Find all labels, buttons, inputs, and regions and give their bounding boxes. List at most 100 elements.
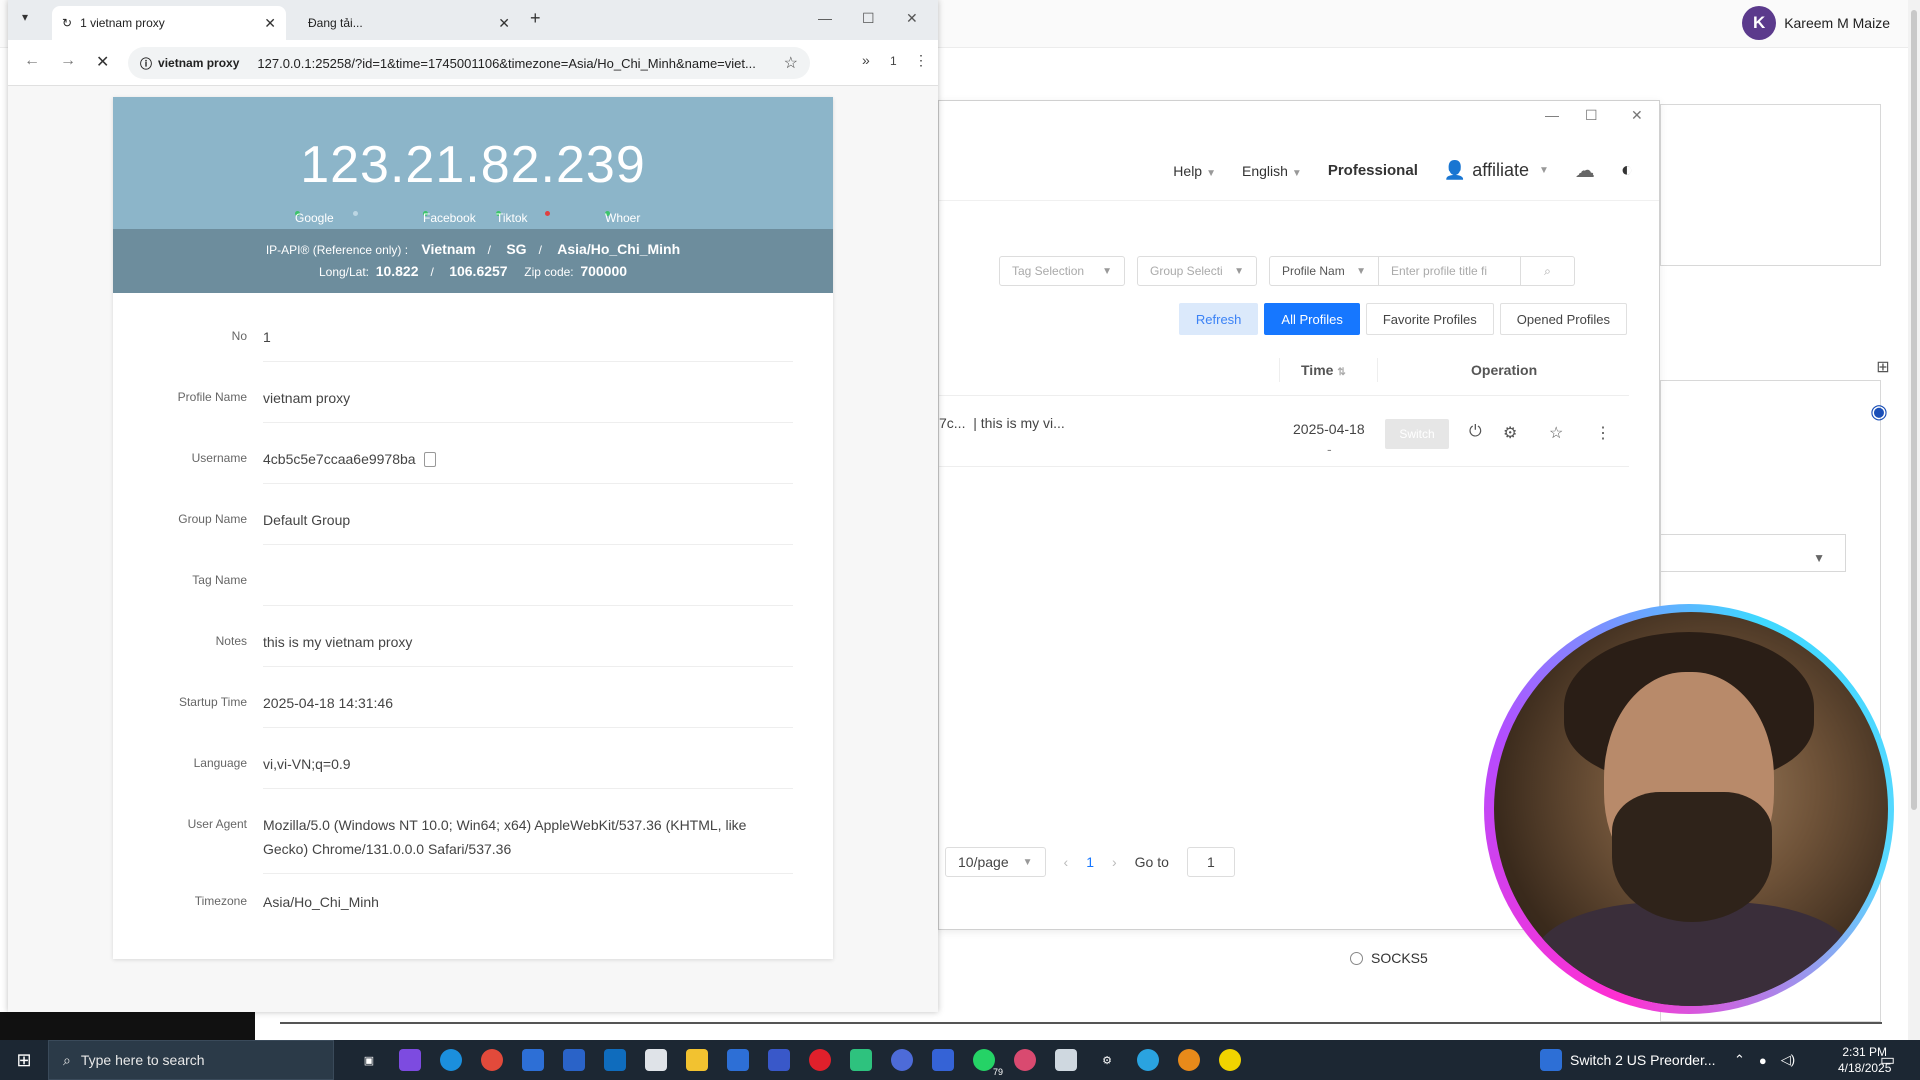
store-icon[interactable] (522, 1049, 544, 1071)
search-input[interactable]: Enter profile title fi (1379, 256, 1521, 286)
new-tab-icon[interactable]: + (530, 8, 541, 29)
whatsapp-icon[interactable]: 79 (973, 1049, 1003, 1077)
page-number[interactable]: 1 (1086, 854, 1094, 870)
check-whoer: Whoer (605, 211, 640, 225)
goto-input[interactable]: 1 (1186, 847, 1235, 877)
windows-start-icon[interactable]: ⊞ (0, 1040, 48, 1080)
minimize-icon[interactable]: — (1545, 107, 1559, 123)
theme-toggle-icon[interactable]: ◐ (1621, 159, 1633, 182)
power-icon[interactable]: ⏻ (1469, 423, 1482, 441)
close-tab-icon[interactable]: ✕ (264, 15, 276, 32)
refresh-button[interactable]: Refresh (1178, 303, 1259, 335)
user-menu[interactable]: K Kareem M Maize (1742, 6, 1890, 40)
notepad-icon[interactable] (645, 1049, 667, 1071)
task-view-icon[interactable]: ▣ (358, 1049, 380, 1071)
account-menu[interactable]: 👤 affiliate ▼ (1444, 160, 1549, 181)
omnibox[interactable]: ⓘ vietnam proxy 127.0.0.1:25258/?id=1&tim… (128, 47, 810, 79)
gear-icon[interactable]: ⚙ (1503, 423, 1517, 443)
docs-icon[interactable] (563, 1049, 585, 1071)
page-size-select[interactable]: 10/page ▼ (945, 847, 1046, 877)
news-widget[interactable]: Switch 2 US Preorder... (1540, 1040, 1716, 1080)
background-scrollbar[interactable] (1908, 0, 1920, 1040)
notification-icon[interactable]: ▭ (1880, 1050, 1895, 1070)
language-menu[interactable]: English ▼ (1242, 163, 1302, 179)
stop-loading-icon[interactable]: ✕ (96, 52, 109, 72)
more-vertical-icon[interactable]: ⋮ (1595, 423, 1611, 443)
copilot-icon[interactable] (399, 1049, 421, 1071)
cloud-upload-icon[interactable]: ☁ (1575, 158, 1595, 183)
socks5-option[interactable]: SOCKS5 (1350, 950, 1428, 966)
close-icon[interactable]: ✕ (906, 10, 918, 27)
background-select[interactable]: ▼ (1660, 534, 1846, 572)
power-automate-icon[interactable] (932, 1049, 954, 1071)
close-icon[interactable]: ✕ (1631, 107, 1643, 124)
maximize-icon[interactable]: ☐ (1585, 107, 1598, 124)
group-selection[interactable]: Group Selecti ▼ (1137, 256, 1257, 286)
ip-address: 123.21.82.239 (300, 136, 646, 194)
prev-page-icon[interactable]: ‹ (1064, 854, 1069, 870)
next-page-icon[interactable]: › (1112, 854, 1117, 870)
settings-app-icon[interactable] (891, 1049, 913, 1071)
taskbar-search[interactable]: ⌕ Type here to search (48, 1040, 334, 1080)
minimize-icon[interactable]: — (818, 10, 832, 26)
telegram-icon[interactable] (1137, 1049, 1159, 1071)
copy-icon[interactable] (423, 452, 436, 467)
close-tab-icon[interactable]: ✕ (498, 15, 510, 32)
radio-socks5[interactable] (1350, 951, 1363, 965)
xbox-icon[interactable] (1178, 1049, 1200, 1071)
maximize-icon[interactable]: ☐ (862, 10, 875, 27)
chrome-icon[interactable] (481, 1049, 503, 1071)
grid-apps-icon[interactable]: ⊞ (1870, 354, 1896, 380)
search-button[interactable]: ⌕ (1521, 256, 1575, 286)
outlook-icon[interactable] (604, 1049, 626, 1071)
back-icon[interactable]: ← (24, 52, 40, 70)
star-icon[interactable]: ☆ (1549, 423, 1563, 443)
column-time[interactable]: Time ⇅ (1301, 362, 1346, 378)
pen-tool-icon[interactable] (1055, 1049, 1077, 1071)
ip-check-card: 123.21.82.239 Google Facebook Tiktok Who… (113, 97, 833, 959)
forward-icon[interactable]: → (60, 52, 76, 70)
bookmark-star-icon[interactable]: ☆ (784, 53, 798, 73)
chevron-up-icon[interactable]: ⌃ (1734, 1052, 1745, 1068)
tab-loading[interactable]: Đang tải... ✕ (298, 6, 520, 40)
opera-icon[interactable] (809, 1049, 831, 1071)
more-vertical-icon[interactable]: ⋮ (914, 52, 928, 69)
extension-count[interactable]: 1 (890, 54, 897, 68)
tab-all-profiles[interactable]: All Profiles (1264, 303, 1360, 335)
edge-icon[interactable] (440, 1049, 462, 1071)
chat-support-icon[interactable]: ◉ (1866, 398, 1892, 424)
url-text[interactable]: 127.0.0.1:25258/?id=1&time=1745001106&ti… (257, 56, 755, 71)
volume-icon[interactable]: ◁) (1781, 1052, 1795, 1068)
webcam-overlay (1494, 612, 1888, 1006)
chevron-down-icon: ▼ (1022, 856, 1033, 868)
security-shield-icon[interactable] (727, 1049, 749, 1071)
tab-vietnam-proxy[interactable]: ↻ 1 vietnam proxy ✕ (52, 6, 286, 40)
sort-icon[interactable]: ⇅ (1337, 367, 1345, 378)
switch-button[interactable]: Switch (1385, 419, 1449, 449)
search-field-select[interactable]: Profile Nam ▼ (1269, 256, 1379, 286)
tab-search-icon[interactable]: ▾ (22, 10, 28, 24)
scrollbar-thumb[interactable] (1911, 10, 1917, 810)
page-size-label: 10/page (958, 854, 1009, 870)
tab-favorite-profiles[interactable]: Favorite Profiles (1365, 303, 1494, 335)
microphone-icon[interactable]: ● (1759, 1053, 1767, 1068)
file-explorer-icon[interactable] (686, 1049, 708, 1071)
news-icon (1540, 1049, 1562, 1071)
chevron-down-icon: ▼ (1539, 165, 1549, 176)
help-menu[interactable]: Help ▼ (1173, 163, 1216, 179)
site-chip[interactable]: ⓘ vietnam proxy (140, 55, 245, 72)
column-separator (1377, 358, 1378, 382)
profile-browser-icon[interactable] (1219, 1049, 1241, 1071)
taskbar-search-placeholder: Type here to search (80, 1052, 205, 1068)
tag-selection[interactable]: Tag Selection ▼ (999, 256, 1125, 286)
latitude-value: 10.822 (375, 263, 419, 279)
row-dash: - (1327, 441, 1332, 457)
gamebar-icon[interactable] (850, 1049, 872, 1071)
tab-opened-profiles[interactable]: Opened Profiles (1499, 303, 1627, 335)
chrome-profile-icon[interactable] (1014, 1049, 1036, 1071)
teams-icon[interactable] (768, 1049, 790, 1071)
news-text: Switch 2 US Preorder... (1570, 1052, 1716, 1068)
gear-icon[interactable]: ⚙ (1096, 1049, 1118, 1071)
username-label: Username (191, 451, 247, 465)
extensions-icon[interactable]: » (862, 52, 870, 68)
